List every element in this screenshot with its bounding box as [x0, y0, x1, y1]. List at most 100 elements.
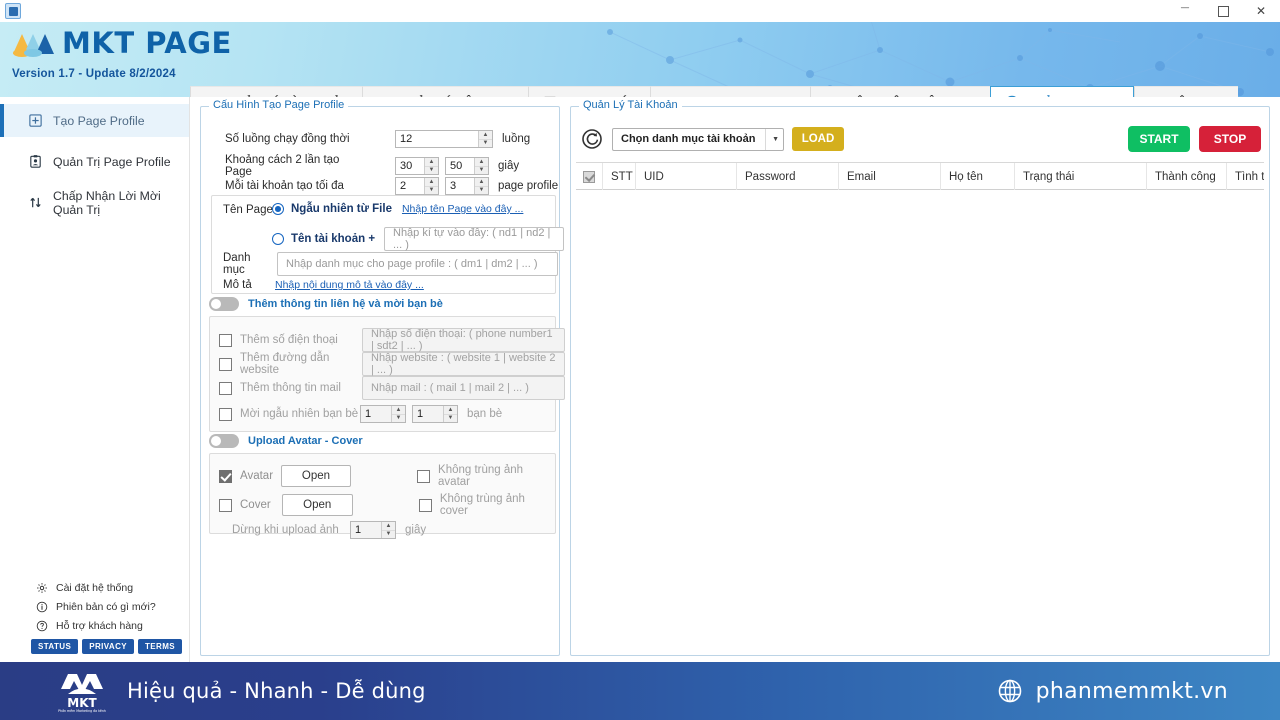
max-max-input[interactable]: ▲▼: [445, 177, 489, 195]
sidebar-item-ho-tro-khach-hang[interactable]: Hỗ trợ khách hàng: [0, 616, 190, 635]
upload-section-toggle[interactable]: [209, 434, 239, 448]
delay-max-spinner[interactable]: ▲ ▼: [474, 158, 488, 174]
column-uid[interactable]: UID: [636, 163, 737, 190]
upload-pause-spinner[interactable]: ▲ ▼: [381, 522, 395, 538]
select-all-checkbox[interactable]: [583, 170, 595, 183]
delay-min-input[interactable]: ▲▼: [395, 157, 439, 175]
max-max-spinner[interactable]: ▲ ▼: [474, 178, 488, 194]
sidebar-item-quan-tri-page-profile[interactable]: Quản Trị Page Profile: [0, 145, 189, 178]
column-password[interactable]: Password: [737, 163, 839, 190]
contact-website-placeholder: Nhập website : ( website 1 | website 2 |…: [371, 352, 556, 376]
column-email[interactable]: Email: [839, 163, 941, 190]
cover-open-button[interactable]: Open: [281, 494, 353, 516]
sidebar-item-chap-nhan-loi-moi-quan-tri[interactable]: Chấp Nhận Lời Mời Quản Trị: [0, 186, 189, 219]
avatar-checkbox[interactable]: [219, 469, 232, 483]
stop-button[interactable]: STOP: [1199, 126, 1261, 152]
chevron-down-icon: ▼: [765, 128, 779, 150]
app-footer: MKT Phần mềm Marketing đa kênh Hiệu quả …: [0, 662, 1280, 720]
delay-min-spinner[interactable]: ▲ ▼: [424, 158, 438, 174]
sidebar-item-phien-ban-co-gi-moi[interactable]: Phiên bản có gì mới?: [0, 597, 190, 616]
contact-mail-placeholder: Nhập mail : ( mail 1 | mail 2 | ... ): [371, 382, 529, 394]
column-thanh-cong[interactable]: Thành công: [1147, 163, 1227, 190]
select-all-cell[interactable]: [576, 163, 603, 190]
refresh-icon[interactable]: [581, 128, 603, 150]
tab-tuong-tac[interactable]: TƯƠNG TÁC: [527, 86, 651, 97]
sidebar-item-tao-page-profile[interactable]: Tạo Page Profile: [0, 104, 189, 137]
upload-pause-unit: giây: [405, 524, 427, 536]
delay-max-input[interactable]: ▲▼: [445, 157, 489, 175]
tab-cap-nhat-thong-tin[interactable]: CẬP NHẬT THÔNG TIN: [810, 86, 990, 97]
page-name-random-link[interactable]: Nhập tên Page vào đây ...: [402, 203, 523, 215]
max-min-input[interactable]: ▲▼: [395, 177, 439, 195]
account-category-select[interactable]: Chọn danh mục tài khoản ▼: [612, 127, 784, 151]
description-row: Mô tả Nhập nội dung mô tả vào đây ...: [223, 279, 424, 291]
invite-min-input[interactable]: ▲▼: [360, 405, 406, 423]
badge-status[interactable]: STATUS: [31, 639, 79, 654]
contact-panel: Thêm số điện thoại Nhập số điện thoại: (…: [209, 316, 565, 432]
start-button[interactable]: START: [1128, 126, 1190, 152]
sidebar-item-label: Chấp Nhận Lời Mời Quản Trị: [53, 188, 161, 217]
minimize-button[interactable]: [1166, 0, 1204, 22]
column-ho-ten[interactable]: Họ tên: [941, 163, 1015, 190]
upload-panel: Avatar Open Không trùng ảnh avatar Cover…: [209, 453, 556, 539]
category-input[interactable]: Nhập danh mục cho page profile : ( dm1 |…: [277, 252, 558, 276]
invite-max-spinner[interactable]: ▲ ▼: [443, 406, 457, 422]
invite-max-value[interactable]: [413, 406, 443, 422]
sidebar-item-cai-dat-he-thong[interactable]: Cài đặt hệ thống: [0, 578, 190, 597]
invite-max-input[interactable]: ▲▼: [412, 405, 458, 423]
threads-spinner[interactable]: ▲ ▼: [478, 131, 492, 147]
contact-section-header: Thêm thông tin liên hệ và mời bạn bè: [209, 297, 443, 311]
category-row: Danh mục Nhập danh mục cho page profile …: [223, 252, 558, 276]
upload-pause-value[interactable]: [351, 522, 381, 538]
description-link[interactable]: Nhập nội dung mô tả vào đây ...: [275, 279, 424, 291]
contact-website-input[interactable]: Nhập website : ( website 1 | website 2 |…: [362, 352, 565, 376]
page-name-account-placeholder: Nhập kí tự vào đây: ( nd1 | nd2 | ... ): [393, 227, 551, 251]
accounts-toolbar: Chọn danh mục tài khoản ▼ LOAD: [581, 127, 844, 151]
maximize-button[interactable]: [1204, 0, 1242, 22]
contact-mail-checkbox[interactable]: [219, 381, 232, 395]
max-max-value[interactable]: [446, 178, 474, 194]
page-name-account-radio[interactable]: [272, 233, 284, 245]
contact-invite-checkbox[interactable]: [219, 407, 232, 421]
contact-section-toggle[interactable]: [209, 297, 239, 311]
tab-lap-lich[interactable]: LẬP LỊCH: [1133, 86, 1239, 97]
threads-value[interactable]: [396, 131, 478, 147]
column-trang-thai[interactable]: Trạng thái: [1015, 163, 1147, 190]
cover-nodup-checkbox[interactable]: [418, 498, 432, 512]
close-button[interactable]: [1242, 0, 1280, 22]
tab-quan-ly-tai-khoan[interactable]: QUẢN LÝ TÀI KHOẢN: [190, 86, 363, 97]
page-name-random-radio[interactable]: [272, 203, 284, 215]
upload-pause-input[interactable]: ▲▼: [350, 521, 396, 539]
column-stt[interactable]: STT: [603, 163, 636, 190]
avatar-nodup-checkbox[interactable]: [417, 469, 431, 483]
version-label: Version 1.7 - Update 8/2/2024: [12, 68, 176, 80]
avatar-open-button[interactable]: Open: [280, 465, 352, 487]
max-min-spinner[interactable]: ▲ ▼: [424, 178, 438, 194]
contact-mail-input[interactable]: Nhập mail : ( mail 1 | mail 2 | ... ): [362, 376, 565, 400]
threads-input[interactable]: ▲▼: [395, 130, 493, 148]
load-button[interactable]: LOAD: [792, 127, 844, 151]
invite-min-spinner[interactable]: ▲ ▼: [391, 406, 405, 422]
threads-unit: luồng: [502, 133, 531, 145]
delay-min-value[interactable]: [396, 158, 424, 174]
contact-phone-input[interactable]: Nhập số điện thoại: ( phone number1 | sd…: [362, 328, 565, 352]
category-placeholder: Nhập danh mục cho page profile : ( dm1 |…: [286, 258, 538, 270]
cover-checkbox[interactable]: [219, 498, 232, 512]
sidebar-nav: Tạo Page Profile Quản Trị Page Profile C…: [0, 97, 189, 219]
contact-website-checkbox[interactable]: [219, 357, 232, 371]
delay-max-value[interactable]: [446, 158, 474, 174]
invite-min-value[interactable]: [361, 406, 391, 422]
tab-quan-ly-noi-dung[interactable]: QUẢN LÝ NỘI DUNG: [362, 86, 528, 97]
contact-phone-checkbox[interactable]: [219, 333, 232, 347]
page-name-account-input[interactable]: Nhập kí tự vào đây: ( nd1 | nd2 | ... ): [384, 227, 564, 251]
badge-privacy[interactable]: PRIVACY: [82, 639, 134, 654]
column-tinh-trang[interactable]: Tình trạng: [1227, 163, 1264, 190]
footer-website-group: phanmemmkt.vn: [997, 678, 1228, 704]
tab-quan-tri-page[interactable]: QUẢN TRỊ PAGE: [989, 86, 1134, 97]
main-tabs: QUẢN LÝ TÀI KHOẢN QUẢN LÝ NỘI DUNG TƯƠNG…: [190, 86, 1239, 97]
max-min-value[interactable]: [396, 178, 424, 194]
sidebar-footer-label: Hỗ trợ khách hàng: [56, 619, 143, 632]
tab-viral-marketing[interactable]: VIRAL MARKETING: [650, 86, 811, 97]
badge-terms[interactable]: TERMS: [138, 639, 182, 654]
contact-invite-label: Mời ngẫu nhiên bạn bè: [240, 408, 359, 420]
